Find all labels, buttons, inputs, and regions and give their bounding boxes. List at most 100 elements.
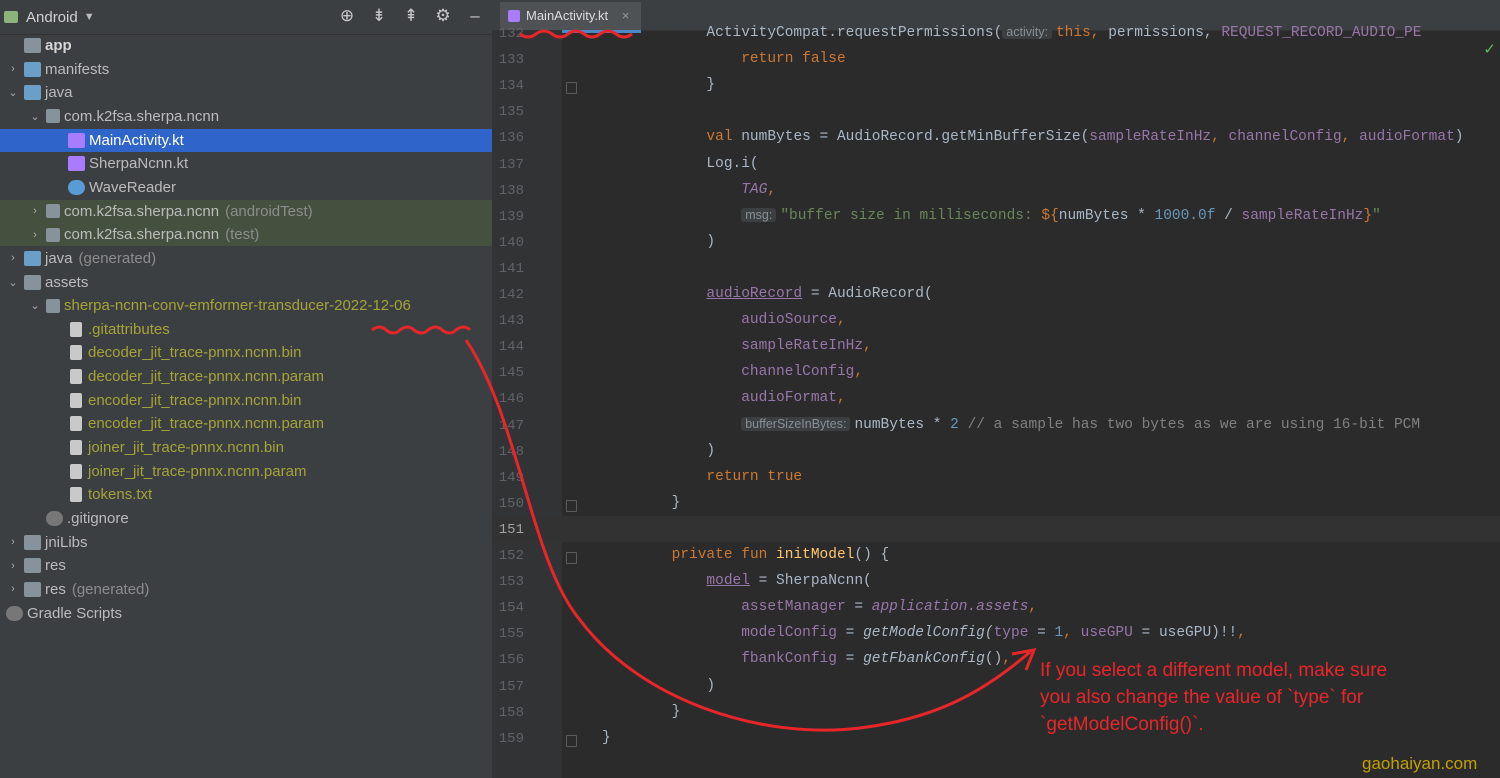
tree-item[interactable]: WaveReader [0,176,542,199]
code-line[interactable]: ) [602,234,715,250]
code-token: = SherpaNcnn( [749,573,872,590]
gradle-icon [6,605,23,621]
code-line[interactable]: model = SherpaNcnn( [602,573,872,590]
code-line[interactable]: return false [602,51,845,67]
chevron-icon[interactable]: › [6,63,20,75]
code-line[interactable]: fbankConfig = getFbankConfig(), [602,651,1011,667]
code-line[interactable]: } [602,730,611,746]
tree-item[interactable]: ⌄ com.k2fsa.sherpa.ncnn [0,105,520,128]
code-line[interactable]: ) [602,678,715,694]
chevron-icon[interactable]: › [28,229,42,241]
code-line[interactable]: TAG, [602,182,776,198]
code-line[interactable]: } [602,495,681,511]
tree-item[interactable]: joiner_jit_trace-pnnx.ncnn.param [0,460,542,483]
tree-item[interactable]: › com.k2fsa.sherpa.ncnn (test) [0,223,520,247]
tree-item[interactable]: SherpaNcnn.kt [0,152,542,175]
line-number: 157 [498,678,524,695]
line-number: 149 [498,469,524,486]
chevron-icon[interactable]: ⌄ [28,299,42,312]
tree-item-label: sherpa-ncnn-conv-emformer-transducer-202… [64,297,411,315]
chevron-icon[interactable]: ⌄ [6,86,20,99]
chevron-icon[interactable]: › [6,583,20,595]
tree-item[interactable]: decoder_jit_trace-pnnx.ncnn.param [0,365,542,388]
package-icon [46,204,60,219]
chevron-icon[interactable]: › [6,560,20,572]
chevron-icon[interactable]: › [6,536,20,548]
code-token: numBytes * [854,416,951,433]
tree-item[interactable]: ⌄ sherpa-ncnn-conv-emformer-transducer-20… [0,294,520,317]
kotlin-file-icon [68,132,85,148]
code-line[interactable]: msg: "buffer size in milliseconds: ${numB… [602,207,1381,224]
tree-item[interactable]: app [0,34,498,57]
tree-item-label: tokens.txt [88,486,153,504]
expand-icon[interactable]: ⇟ [370,6,388,26]
minimize-icon[interactable]: – [466,6,484,26]
code-line[interactable]: val numBytes = AudioRecord.getMinBufferS… [602,129,1463,145]
chevron-icon[interactable]: › [6,252,20,264]
tree-item[interactable]: joiner_jit_trace-pnnx.ncnn.bin [0,436,542,459]
tree-item[interactable]: › java (generated) [0,247,498,270]
code-line[interactable]: modelConfig = getModelConfig(type = 1, u… [602,625,1246,641]
tree-item-label: encoder_jit_trace-pnnx.ncnn.bin [88,391,302,409]
collapse-icon[interactable]: ⇞ [402,6,420,26]
code-line[interactable]: return true [602,469,802,485]
code-line[interactable]: Log.i( [602,156,758,172]
tree-item[interactable]: tokens.txt [0,483,542,506]
chevron-down-icon[interactable]: ▼ [84,11,95,23]
target-icon[interactable]: ⊕ [338,6,356,26]
fold-marker-icon[interactable] [566,552,577,564]
line-number: 148 [498,443,524,460]
tree-item[interactable]: encoder_jit_trace-pnnx.ncnn.param [0,412,542,435]
code-line[interactable]: audioRecord = AudioRecord( [602,286,932,302]
gear-icon[interactable]: ⚙ [434,6,452,26]
chevron-icon[interactable]: ⌄ [28,110,42,123]
tree-item-label: WaveReader [89,178,176,196]
code-line[interactable]: } [602,77,715,93]
code-token: numBytes = AudioRecord.getMinBufferSize( [741,129,1090,146]
tree-item[interactable]: .gitignore [0,507,520,530]
code-line[interactable]: } [602,704,681,720]
code-token: , [767,181,777,198]
tree-item[interactable]: decoder_jit_trace-pnnx.ncnn.bin [0,341,542,364]
tree-item[interactable]: › manifests [0,58,498,81]
code-line[interactable]: ActivityCompat.requestPermissions(activi… [602,25,1421,41]
code-line[interactable]: ) [602,443,715,459]
fold-marker-icon[interactable] [566,499,577,512]
tree-item[interactable]: encoder_jit_trace-pnnx.ncnn.bin [0,389,542,412]
code-token: application.assets [871,599,1029,616]
code-token: 1000.0f [1154,207,1216,224]
project-view-selector[interactable]: Android [26,9,78,26]
code-token: , [1002,651,1011,668]
chevron-icon[interactable]: › [28,205,42,217]
tree-item-label: jniLibs [45,533,88,551]
fold-marker-icon[interactable] [566,82,577,95]
tree-item[interactable]: ⌄ java [0,81,498,104]
android-icon [4,11,18,23]
tree-item[interactable]: ⌄ assets [0,271,498,294]
line-number: 152 [498,548,524,564]
code-line[interactable]: audioSource, [602,312,845,328]
code-line[interactable]: private fun initModel() { [602,547,890,563]
tree-item[interactable]: .gitattributes [0,318,542,341]
code-line[interactable]: audioFormat, [602,390,845,406]
tree-item[interactable]: › res [0,554,498,577]
code-line[interactable]: bufferSizeInBytes: numBytes * 2 // a samp… [602,416,1420,433]
tree-item[interactable]: › jniLibs [0,531,498,554]
code-line[interactable]: sampleRateInHz, [602,338,872,354]
code-line[interactable]: channelConfig, [602,364,863,380]
tree-item[interactable]: › com.k2fsa.sherpa.ncnn (androidTest) [0,199,520,223]
tree-item[interactable]: MainActivity.kt [0,128,542,152]
chevron-icon[interactable]: ⌄ [6,276,20,289]
code-token: ) [706,442,716,459]
tree-item[interactable]: Gradle Scripts [0,602,498,625]
tree-item[interactable]: › res (generated) [0,578,498,601]
fold-marker-icon[interactable] [566,734,577,747]
line-number: 156 [498,652,524,669]
code-line[interactable]: assetManager = application.assets, [602,599,1037,615]
close-icon[interactable]: × [622,8,630,23]
